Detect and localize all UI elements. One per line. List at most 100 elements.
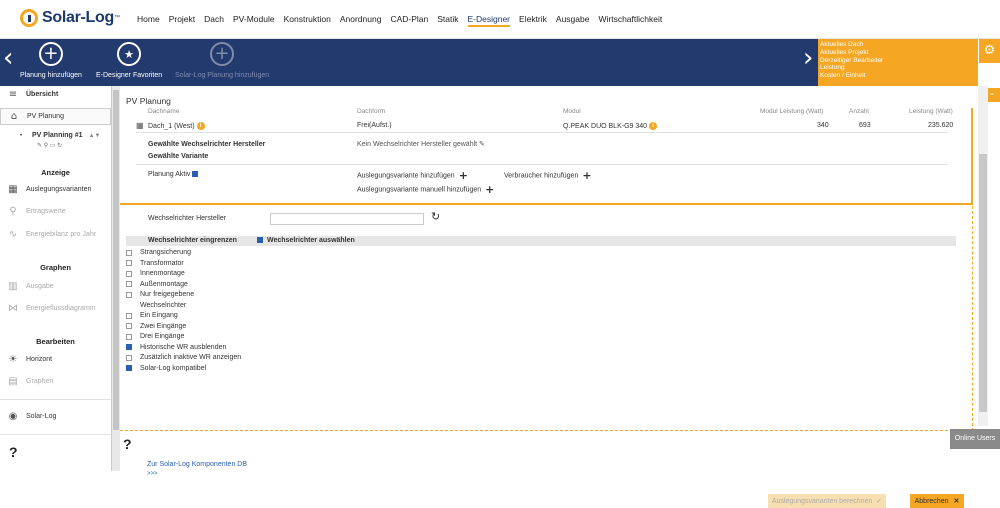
sidebar-item-auslegungsvarianten[interactable]: ▦ Auslegungsvarianten [0,184,111,195]
inverter-manufacturer-input[interactable] [270,213,424,225]
add-variant-button[interactable]: Auslegungsvariante hinzufügen + [357,169,468,182]
info-current-roof: Aktuelles Dach [820,41,864,48]
menu-item-anordnung[interactable]: Anordnung [340,14,382,27]
sidebar-item-solar-log[interactable]: ◉ Solar-Log [0,411,111,422]
menu-item-e-designer[interactable]: E-Designer [467,14,511,27]
sidebar-overview[interactable]: ≡ Übersicht [0,89,111,100]
filter-checkbox[interactable] [126,249,132,256]
filter-checkbox[interactable] [126,260,132,266]
filter-item[interactable]: Zwei Eingänge [126,323,186,330]
calendar-icon[interactable]: ▦ [136,121,144,130]
toolbar-left-arrow-icon[interactable]: ‹ [3,43,13,73]
toolbar-right-arrow-icon[interactable]: › [803,43,813,73]
planning-tools-icons[interactable]: ✎ ⚲ ▭ ↻ [37,142,62,149]
main-content: PV Planung Dachname Dachform Modul Modul… [120,86,978,508]
pencil-icon: ✎ [479,140,485,148]
filter-item[interactable]: Solar-Log kompatibel [126,365,206,372]
add-solar-log-planning-button[interactable]: + Solar-Log Planung hinzufügen [175,42,269,79]
sidebar-item-pv-planung[interactable]: ⌂ PV Planung [0,108,111,125]
plus-icon: + [485,183,495,196]
cancel-button[interactable]: Abbrechen ✕ [910,494,964,508]
select-inverter[interactable]: Wechselrichter auswählen [257,237,355,244]
menu-item-projekt[interactable]: Projekt [169,14,195,27]
plus-icon: + [210,42,235,66]
info-icon[interactable]: i [196,122,205,130]
info-current-project: Aktuelles Projekt [820,48,869,56]
refresh-icon[interactable]: ↻ [431,210,440,223]
add-consumer-button[interactable]: Verbraucher hinzufügen + [504,169,592,182]
settings-gear-icon[interactable]: ⚙ [978,39,1000,63]
menu-item-ausgabe[interactable]: Ausgabe [556,14,590,27]
online-users-button[interactable]: Online Users [950,429,1000,449]
e-designer-favorites-button[interactable]: ★ E-Designer Favoriten [96,42,162,79]
info-icon[interactable]: i [649,122,658,130]
sidebar-item-pv-planning-1[interactable]: PV Planning #1 ▲▼ [0,132,111,139]
filter-checkbox[interactable] [126,344,132,350]
info-cost: Kosten / Einheit [820,72,866,80]
components-db-link[interactable]: Zur Solar-Log Komponenten DB [147,461,247,468]
sidebar-scrollbar[interactable] [112,86,120,471]
plus-icon: + [458,169,468,182]
sidebar-item-ertragswerte[interactable]: ⚲ Ertragswerte [0,206,111,217]
bar-chart-icon: ▥ [8,281,18,292]
filter-checkbox[interactable] [126,281,132,287]
roof-name: Dach_1 (West) i [148,122,205,130]
sidebar-item-energiebilanz[interactable]: ∿ Energiebilanz pro Jahr [0,229,111,240]
menu-item-cad-plan[interactable]: CAD-Plan [390,14,428,27]
filter-item[interactable]: Ein Eingang [126,312,178,319]
filter-item[interactable]: Außenmontage [126,281,188,288]
sidebar: ≡ Übersicht ⌂ PV Planung PV Planning #1 … [0,86,112,471]
menu-item-dach[interactable]: Dach [204,14,224,27]
filter-checkbox[interactable] [126,312,132,319]
menu-item-statik[interactable]: Statik [437,14,458,27]
sidebar-item-energiefluss[interactable]: ⋈ Energieflussdiagramm [0,303,111,314]
bullet-icon: • [20,133,23,139]
help-icon[interactable]: ? [123,436,132,452]
menu-item-home[interactable]: Home [137,14,160,27]
content-scrollbar[interactable] [978,86,988,426]
planning-summary-panel: Dachname Dachform Modul Modul Leistung (… [120,108,973,205]
menu-item-konstruktion[interactable]: Konstruktion [284,14,331,27]
add-planning-button[interactable]: + Planung hinzufügen [20,42,82,79]
more-link[interactable]: >>> [147,471,158,477]
hamburger-menu-icon: ≡ [8,89,18,100]
calculate-variants-button[interactable]: Auslegungsvarianten berechnen ✓ [768,494,886,508]
star-icon: ★ [117,42,142,66]
sidebar-item-horizont[interactable]: ☀ Horizont [0,354,111,365]
plus-icon: + [38,42,63,66]
filter-header-bar [126,236,956,246]
filter-item[interactable]: Zusätzlich inaktive WR anzeigen [126,354,241,361]
filter-checkbox[interactable] [126,365,132,371]
no-manufacturer-text[interactable]: Kein Wechselrichter Hersteller gewählt ✎ [357,140,485,148]
project-info-box: Aktuelles Dach Aktuelles Projekt Derzeit… [818,39,978,86]
menu-item-pv-module[interactable]: PV-Module [233,14,275,27]
filter-checkbox[interactable] [126,333,132,340]
filter-checkbox[interactable] [126,291,132,298]
graph-icon: ▤ [8,376,18,387]
grid-icon: ▦ [8,184,18,195]
home-icon: ⌂ [10,111,18,122]
filter-checkbox[interactable] [126,354,132,361]
sort-arrows-icon[interactable]: ▲▼ [89,133,101,139]
filter-item[interactable]: Drei Eingänge [126,333,184,340]
flow-diagram-icon: ⋈ [8,303,18,314]
plus-icon: + [582,169,592,182]
filter-item[interactable]: Nur freigegebene [126,291,194,298]
filter-checkbox[interactable] [126,270,132,277]
menu-item-elektrik[interactable]: Elektrik [519,14,547,27]
add-variant-manual-button[interactable]: Auslegungsvariante manuell hinzufügen + [357,183,494,196]
solar-log-logo[interactable]: Solar-Log ™ [20,9,120,27]
filter-item[interactable]: Transformator [126,260,184,267]
menu-item-wirtschaftlichkeit[interactable]: Wirtschaftlichkeit [598,14,662,27]
planning-active-checkbox[interactable] [192,171,199,178]
sun-horizon-icon: ☀ [8,354,18,365]
filter-item[interactable]: Historische WR ausblenden [126,344,226,351]
filter-checkbox[interactable] [126,323,132,329]
sidebar-item-graphen[interactable]: ▤ Graphen [0,376,111,387]
magnifier-icon: ⚲ [9,206,17,217]
filter-item[interactable]: Strangsicherung [126,249,191,256]
filter-item[interactable]: Wechselrichter [126,302,186,309]
filter-item[interactable]: Innenmontage [126,270,185,277]
help-icon[interactable]: ? [9,444,18,460]
sidebar-item-ausgabe[interactable]: ▥ Ausgabe [0,281,111,292]
